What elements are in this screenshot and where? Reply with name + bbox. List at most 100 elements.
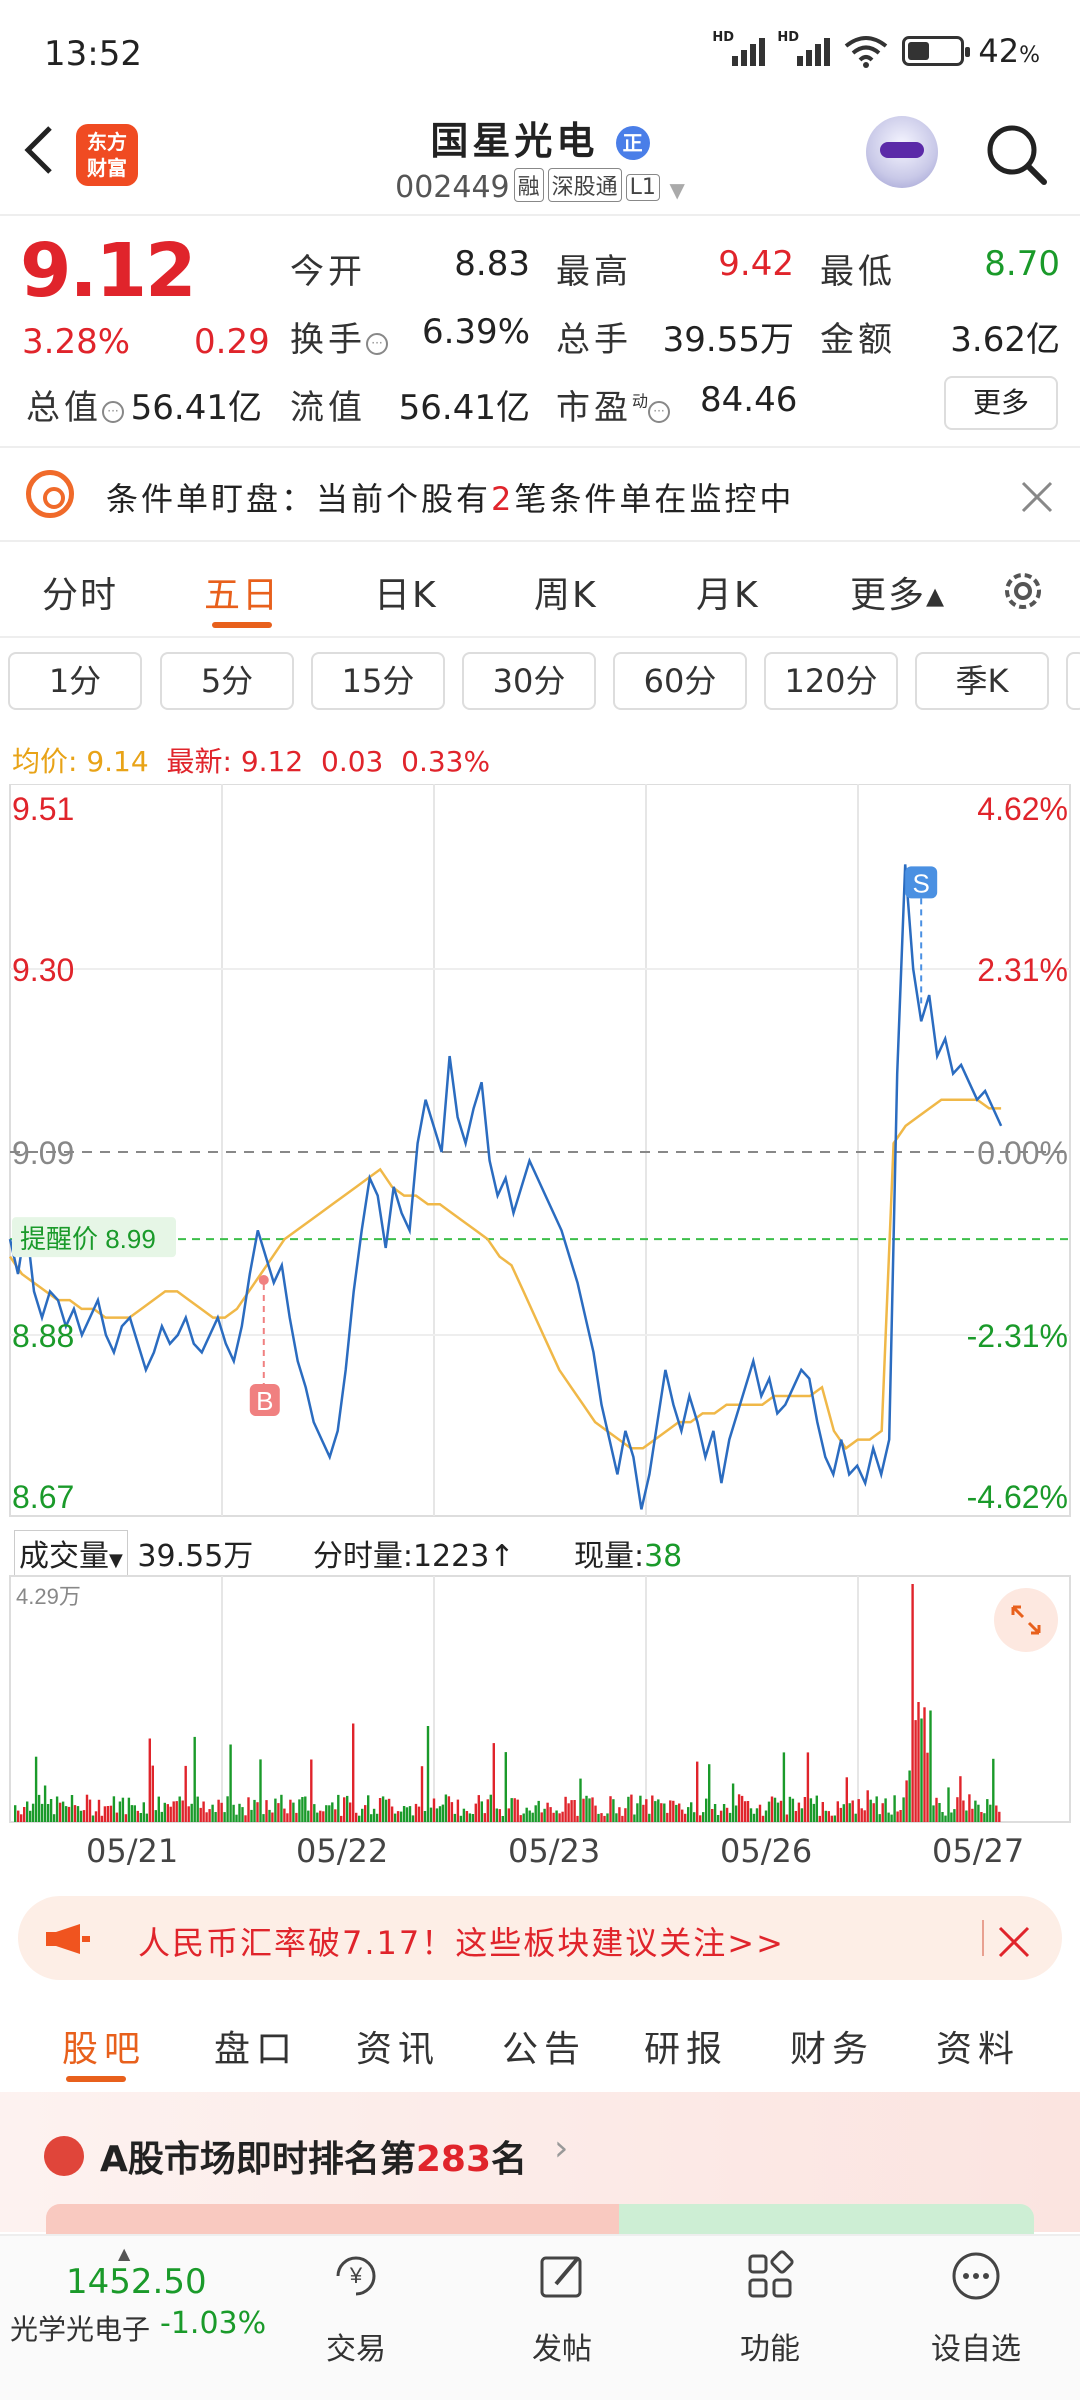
volume-bar	[166, 1804, 169, 1822]
volume-bar	[669, 1800, 672, 1822]
amount-label: 金额	[820, 320, 896, 360]
volume-bar	[337, 1794, 340, 1822]
volume-bar	[684, 1813, 687, 1822]
market-rank[interactable]: A股市场即时排名第283名	[100, 2130, 527, 2182]
tag-level: L1	[625, 174, 660, 201]
volume-bar	[298, 1799, 301, 1822]
pe-label[interactable]: 市盈动···	[556, 380, 671, 429]
interval-5min[interactable]: 5分	[160, 652, 294, 710]
interval-1min[interactable]: 1分	[8, 652, 142, 710]
volume-bar	[552, 1812, 555, 1822]
interval-60min[interactable]: 60分	[613, 652, 747, 710]
volume-bar	[947, 1787, 950, 1822]
tag-connect: 深股通	[547, 168, 622, 202]
volume-bar	[528, 1810, 531, 1822]
volume-bar	[286, 1813, 289, 1822]
nav-watchlist[interactable]: 设自选	[916, 2248, 1036, 2368]
interval-120min[interactable]: 120分	[764, 652, 898, 710]
volume-bar	[55, 1796, 59, 1822]
volume-bar	[405, 1807, 409, 1822]
tab-weekly-k[interactable]: 周K	[534, 566, 598, 618]
y-tick-label: 8.67	[12, 1479, 74, 1515]
status-right: HD HD 42%	[712, 30, 1040, 70]
volume-bar	[872, 1803, 875, 1822]
five-day-price-chart[interactable]: 9.51 4.62% 9.30 2.31% 9.09 0.00% 8.88 -2.31% 8.6…	[0, 784, 1080, 1520]
volume-bar	[370, 1814, 373, 1822]
tab-profile[interactable]: 资料	[936, 2020, 1020, 2072]
assistant-robot-icon[interactable]	[866, 116, 938, 188]
volume-bar	[79, 1810, 83, 1822]
volume-bar	[325, 1805, 328, 1822]
volume-bar	[172, 1801, 175, 1822]
volume-bar	[788, 1796, 792, 1822]
close-alert-button[interactable]	[1020, 468, 1054, 525]
volume-bar	[139, 1813, 142, 1822]
volume-bar	[211, 1804, 214, 1822]
volume-value: 39.55万	[662, 320, 794, 360]
volume-bar	[220, 1802, 223, 1822]
tab-more[interactable]: 更多▴	[850, 566, 946, 618]
y-tick-label-pct: 2.31%	[977, 952, 1068, 988]
wifi-icon	[845, 36, 888, 68]
sector-name[interactable]: 光学光电子	[10, 2308, 150, 2348]
tab-announcements[interactable]: 公告	[502, 2020, 586, 2072]
volume-bar	[76, 1806, 80, 1822]
search-button[interactable]	[984, 122, 1048, 186]
sector-index-value[interactable]: 1452.50	[66, 2262, 207, 2302]
volume-bar	[734, 1805, 738, 1822]
volume-bar	[85, 1794, 89, 1822]
volume-bar	[447, 1796, 451, 1822]
tab-news[interactable]: 资讯	[356, 2020, 440, 2072]
tab-finance[interactable]: 财务	[790, 2020, 874, 2072]
interval-30min[interactable]: 30分	[462, 652, 596, 710]
svg-text:¥: ¥	[349, 2263, 363, 2288]
tab-daily-k[interactable]: 日K	[374, 566, 438, 618]
volume-bar	[636, 1803, 639, 1822]
volume-bar	[923, 1707, 926, 1822]
volume-bar	[755, 1808, 759, 1822]
volume-bar	[435, 1808, 439, 1822]
volume-bar	[417, 1806, 421, 1822]
volume-bar	[349, 1802, 352, 1822]
tab-research[interactable]: 研报	[644, 2020, 728, 2072]
more-quote-button[interactable]: 更多	[944, 376, 1058, 430]
volume-bar	[998, 1811, 1001, 1822]
settings-button[interactable]	[998, 566, 1048, 616]
volume-bar	[728, 1812, 732, 1822]
caret-up-icon: ▲	[118, 2244, 131, 2263]
volume-bar	[887, 1812, 890, 1822]
volume-bar	[199, 1807, 202, 1822]
volume-bar	[725, 1807, 729, 1822]
interval-season-k[interactable]: 季K	[915, 652, 1049, 710]
condition-alert[interactable]: 条件单盯盘：当前个股有2笔条件单在监控中	[106, 474, 794, 520]
interval-15min[interactable]: 15分	[311, 652, 445, 710]
volume-bar	[196, 1796, 199, 1822]
turnover-label[interactable]: 换手 ···	[290, 312, 388, 361]
banner-text[interactable]: 人民币汇率破7.17！这些板块建议关注>>	[138, 1918, 785, 1964]
status-time: 13:52	[44, 34, 142, 74]
tab-guba[interactable]: 股吧	[62, 2020, 146, 2072]
mktcap-label[interactable]: 总值 ···	[26, 380, 124, 429]
close-banner-button[interactable]	[996, 1910, 1032, 1971]
volume-bar	[516, 1799, 519, 1822]
nav-functions[interactable]: 功能	[710, 2248, 830, 2368]
expand-chart-button[interactable]	[994, 1588, 1058, 1652]
nav-post[interactable]: 发帖	[502, 2248, 622, 2368]
tab-five-day[interactable]: 五日	[204, 566, 280, 618]
volume-bar	[280, 1794, 283, 1822]
tab-intraday[interactable]: 分时	[42, 566, 118, 618]
nav-watchlist-label: 设自选	[931, 2332, 1021, 2367]
volume-chart[interactable]: 4.29万	[0, 1574, 1080, 1830]
volume-label: 总手	[556, 320, 632, 360]
reminder-tag: 提醒价 8.99	[20, 1224, 156, 1254]
volume-bar	[588, 1798, 591, 1822]
volume-bar	[881, 1803, 884, 1822]
volume-bar	[869, 1799, 872, 1822]
volume-bar	[944, 1815, 947, 1822]
nav-trade[interactable]: ¥ 交易	[296, 2248, 416, 2368]
tab-pankou[interactable]: 盘口	[214, 2020, 298, 2072]
tab-monthly-k[interactable]: 月K	[696, 566, 760, 618]
interval-more-partial[interactable]	[1066, 652, 1080, 710]
y-tick-label-pct: -2.31%	[967, 1318, 1068, 1354]
volume-dropdown[interactable]: 成交量▼	[14, 1530, 128, 1576]
